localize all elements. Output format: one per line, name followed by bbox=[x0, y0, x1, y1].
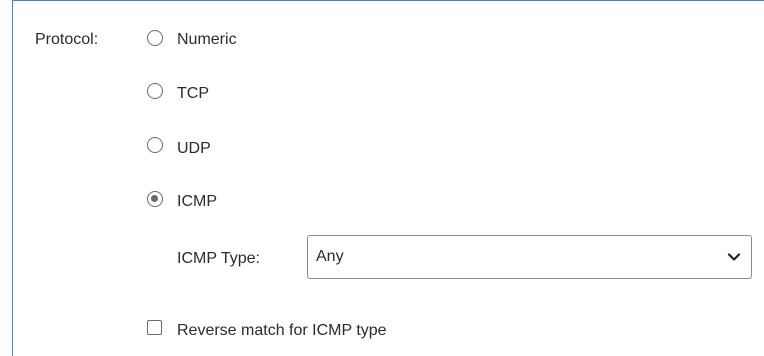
radio-numeric-label[interactable]: Numeric bbox=[177, 30, 237, 50]
radio-tcp-label[interactable]: TCP bbox=[177, 84, 209, 104]
icmp-type-select[interactable]: Any bbox=[307, 235, 752, 279]
reverse-match-label[interactable]: Reverse match for ICMP type bbox=[177, 321, 387, 341]
radio-icmp-label[interactable]: ICMP bbox=[177, 192, 217, 212]
radio-udp[interactable] bbox=[147, 137, 163, 153]
radio-tcp[interactable] bbox=[147, 83, 163, 99]
radio-udp-label[interactable]: UDP bbox=[177, 139, 211, 159]
protocol-panel bbox=[12, 0, 764, 356]
protocol-label: Protocol: bbox=[35, 31, 99, 48]
icmp-type-label: ICMP Type: bbox=[177, 250, 260, 267]
chevron-down-icon bbox=[727, 250, 741, 264]
radio-numeric[interactable] bbox=[147, 30, 163, 46]
reverse-match-checkbox[interactable] bbox=[147, 320, 162, 335]
radio-icmp[interactable] bbox=[147, 191, 163, 207]
icmp-type-value: Any bbox=[316, 248, 344, 265]
